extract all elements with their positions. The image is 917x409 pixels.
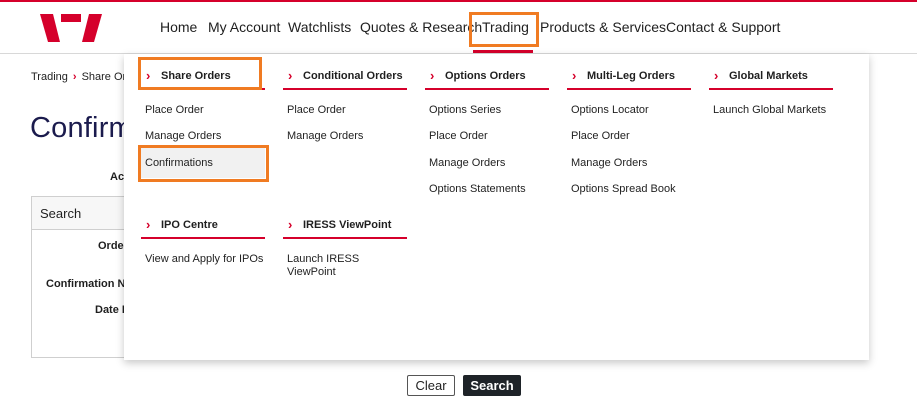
search-panel: Search (31, 196, 132, 358)
nav-home[interactable]: Home (160, 19, 197, 35)
menu-link-multileg-manage-orders[interactable]: Manage Orders (571, 157, 647, 170)
menu-link-confirmations[interactable]: Confirmations (141, 148, 265, 178)
menu-heading-options-orders[interactable]: › Options Orders (425, 57, 549, 90)
trading-mega-menu: › Share Orders › Conditional Orders › Op… (124, 54, 869, 360)
menu-heading-iress-viewpoint[interactable]: › IRESS ViewPoint (283, 206, 407, 239)
menu-heading-multi-leg-orders[interactable]: › Multi-Leg Orders (567, 57, 691, 90)
menu-link-options-manage-orders[interactable]: Manage Orders (429, 157, 505, 170)
nav-watchlists[interactable]: Watchlists (288, 19, 351, 35)
chevron-right-icon: › (72, 71, 77, 83)
menu-link-launch-global-markets[interactable]: Launch Global Markets (713, 104, 826, 117)
chevron-right-icon: › (572, 68, 577, 83)
page-title: Confirm (30, 112, 133, 144)
nav-products-services[interactable]: Products & Services (540, 19, 666, 35)
main-navigation: Home My Account Watchlists Quotes & Rese… (0, 0, 917, 54)
breadcrumb: Trading › Share Or (31, 71, 126, 83)
menu-link-line-2: ViewPoint (287, 266, 336, 278)
menu-link-options-place-order[interactable]: Place Order (429, 130, 488, 143)
nav-trading[interactable]: Trading (482, 19, 529, 35)
account-label: Ac (110, 171, 125, 183)
clear-button[interactable]: Clear (407, 375, 455, 396)
menu-link-launch-iress-viewpoint[interactable]: Launch IRESS ViewPoint (287, 253, 359, 279)
menu-heading-global-markets[interactable]: › Global Markets (709, 57, 833, 90)
nav-contact-support[interactable]: Contact & Support (666, 19, 780, 35)
menu-link-options-spread-book[interactable]: Options Spread Book (571, 183, 676, 196)
chevron-right-icon: › (146, 217, 151, 232)
menu-link-options-statements[interactable]: Options Statements (429, 183, 526, 196)
menu-heading-share-orders[interactable]: › Share Orders (141, 57, 265, 90)
menu-link-view-apply-ipos[interactable]: View and Apply for IPOs (145, 253, 263, 266)
menu-link-conditional-place-order[interactable]: Place Order (287, 104, 346, 117)
menu-heading-conditional-orders[interactable]: › Conditional Orders (283, 57, 407, 90)
chevron-right-icon: › (146, 68, 151, 83)
menu-link-options-series[interactable]: Options Series (429, 104, 501, 117)
breadcrumb-share-orders[interactable]: Share Or (82, 71, 127, 83)
menu-link-share-place-order[interactable]: Place Order (145, 104, 204, 117)
breadcrumb-trading[interactable]: Trading (31, 71, 68, 83)
menu-link-options-locator[interactable]: Options Locator (571, 104, 649, 117)
menu-heading-ipo-centre[interactable]: › IPO Centre (141, 206, 265, 239)
chevron-right-icon: › (430, 68, 435, 83)
nav-my-account[interactable]: My Account (208, 19, 280, 35)
nav-quotes-research[interactable]: Quotes & Research (360, 19, 482, 35)
chevron-right-icon: › (288, 217, 293, 232)
menu-link-multileg-place-order[interactable]: Place Order (571, 130, 630, 143)
menu-link-line-1: Launch IRESS (287, 253, 360, 265)
chevron-right-icon: › (714, 68, 719, 83)
confirmation-number-label: Confirmation Nu (46, 278, 133, 290)
menu-link-share-manage-orders[interactable]: Manage Orders (145, 130, 221, 143)
search-button[interactable]: Search (463, 375, 521, 396)
search-panel-title: Search (40, 206, 82, 221)
menu-link-conditional-manage-orders[interactable]: Manage Orders (287, 130, 363, 143)
chevron-right-icon: › (288, 68, 293, 83)
search-panel-header: Search (32, 197, 132, 230)
